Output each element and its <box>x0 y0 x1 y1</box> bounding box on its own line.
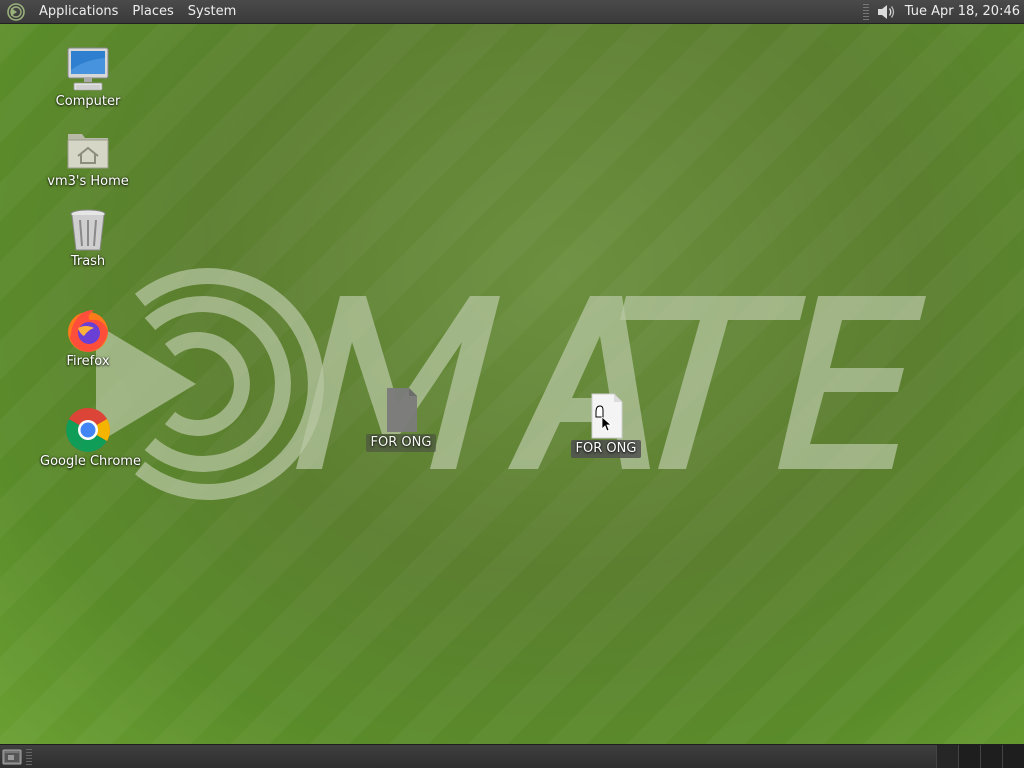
bottom-panel <box>0 744 1024 768</box>
workspace-1[interactable] <box>936 745 958 768</box>
firefox-label: Firefox <box>66 354 110 369</box>
places-menu[interactable]: Places <box>125 0 180 24</box>
computer-icon <box>67 47 109 91</box>
computer-label: Computer <box>55 94 121 109</box>
mate-menu-icon[interactable] <box>6 2 26 22</box>
file-dragged-icon[interactable]: FOR ONG <box>558 392 654 458</box>
trash-label: Trash <box>70 254 106 269</box>
home-label: vm3's Home <box>47 174 129 189</box>
firefox-desktop-icon[interactable]: Firefox <box>40 306 136 370</box>
trash-icon <box>70 209 106 251</box>
trash-desktop-icon[interactable]: Trash <box>40 206 136 270</box>
firefox-icon <box>68 310 108 352</box>
home-desktop-icon[interactable]: vm3's Home <box>40 126 136 190</box>
file-ghost-label: FOR ONG <box>365 434 437 452</box>
applications-menu[interactable]: Applications <box>32 0 125 24</box>
workspace-2[interactable] <box>958 745 980 768</box>
document-icon <box>387 388 417 432</box>
computer-desktop-icon[interactable]: Computer <box>40 46 136 110</box>
workspace-switcher <box>936 745 1024 768</box>
speaker-icon[interactable] <box>875 2 897 22</box>
chrome-desktop-icon[interactable]: Google Chrome <box>40 406 141 470</box>
file-ghost-icon[interactable]: FOR ONG <box>353 386 449 452</box>
workspace-4[interactable] <box>1002 745 1024 768</box>
file-dragged-label: FOR ONG <box>570 440 642 458</box>
document-icon <box>591 393 623 439</box>
panel-drag-handle[interactable] <box>862 3 869 20</box>
top-panel: Applications Places System Tue Apr 18, 2… <box>0 0 1024 24</box>
chrome-icon <box>66 408 110 452</box>
workspace-3[interactable] <box>980 745 1002 768</box>
show-desktop-icon[interactable] <box>2 748 22 766</box>
panel-tray: Tue Apr 18, 20:46 <box>862 0 1024 24</box>
desktop[interactable] <box>0 24 1024 744</box>
home-folder-icon <box>67 134 109 169</box>
bottom-panel-handle[interactable] <box>26 749 32 765</box>
chrome-label: Google Chrome <box>40 454 141 469</box>
clock[interactable]: Tue Apr 18, 20:46 <box>903 4 1024 19</box>
mate-wallpaper-logo <box>96 268 926 500</box>
system-menu[interactable]: System <box>181 0 243 24</box>
